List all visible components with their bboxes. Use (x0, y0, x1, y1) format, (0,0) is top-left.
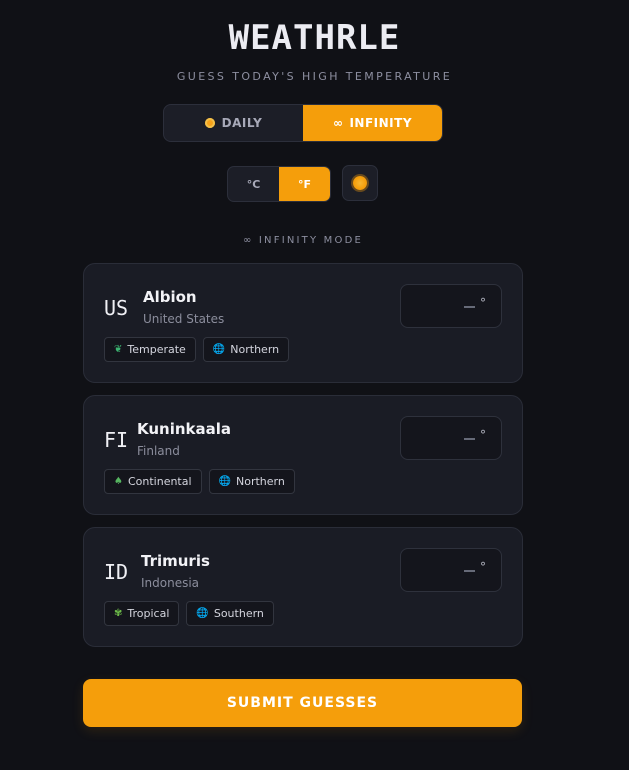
sun-icon (353, 176, 367, 190)
country-code: US (104, 296, 129, 320)
country-code: ID (104, 560, 129, 584)
city-card: US Albion United States ° ❦ Temperate 🌐 … (83, 263, 523, 383)
degree-symbol: ° (480, 428, 486, 442)
hemisphere-tag: 🌐 Northern (208, 469, 295, 494)
guess-placeholder-dash (464, 438, 475, 440)
degree-symbol: ° (480, 560, 486, 574)
mode-toggle: DAILY ∞ INFINITY (163, 104, 443, 142)
tag-label: Southern (213, 607, 264, 620)
infinity-icon: ∞ (332, 116, 344, 130)
tag-list: ❦ Temperate 🌐 Northern (104, 337, 290, 362)
guess-placeholder-dash (464, 570, 475, 572)
sun-icon (204, 118, 215, 128)
degree-symbol: ° (480, 296, 486, 310)
country-name: United States (143, 312, 225, 326)
temperature-guess-input[interactable]: ° (400, 548, 502, 592)
app-root: WEATHRLE GUESS TODAY'S HIGH TEMPERATURE … (0, 0, 629, 770)
tag-list: ♠ Continental 🌐 Northern (104, 469, 295, 494)
hemisphere-tag: 🌐 Northern (202, 337, 290, 362)
tag-label: Northern (230, 343, 280, 356)
guess-placeholder-dash (464, 306, 475, 308)
climate-tag: ❦ Temperate (104, 337, 196, 362)
country-code: FI (104, 428, 129, 452)
celsius-button[interactable]: °C (228, 167, 279, 201)
city-name: Albion (143, 288, 197, 306)
palm-tree-icon: ✾ (114, 608, 123, 619)
climate-tag: ✾ Tropical (104, 601, 180, 626)
city-card: ID Trimuris Indonesia ° ✾ Tropical 🌐 Sou… (83, 527, 523, 647)
hemisphere-tag: 🌐 Southern (186, 601, 274, 626)
app-title: WEATHRLE (228, 18, 401, 58)
theme-toggle-button[interactable] (342, 165, 378, 201)
fahrenheit-button[interactable]: °F (279, 167, 330, 201)
tag-list: ✾ Tropical 🌐 Southern (104, 601, 274, 626)
temperature-guess-input[interactable]: ° (400, 416, 502, 460)
country-name: Finland (137, 444, 180, 458)
globe-icon: 🌐 (218, 476, 231, 487)
tree-icon: ♠ (114, 476, 123, 487)
app-subtitle: GUESS TODAY'S HIGH TEMPERATURE (176, 70, 453, 83)
tag-label: Northern (236, 475, 285, 488)
city-card: FI Kuninkaala Finland ° ♠ Continental 🌐 … (83, 395, 523, 515)
leaf-icon: ❦ (114, 344, 123, 355)
globe-icon: 🌐 (212, 344, 226, 355)
submit-guesses-button[interactable]: SUBMIT GUESSES (83, 679, 522, 727)
temperature-guess-input[interactable]: ° (400, 284, 502, 328)
tag-label: Tropical (127, 607, 170, 620)
daily-mode-label: DAILY (221, 116, 263, 130)
globe-icon: 🌐 (196, 608, 209, 619)
city-name: Kuninkaala (137, 420, 232, 438)
tag-label: Temperate (127, 343, 186, 356)
infinity-mode-label: INFINITY (349, 116, 413, 130)
city-name: Trimuris (141, 552, 210, 570)
country-name: Indonesia (141, 576, 200, 590)
climate-tag: ♠ Continental (104, 469, 202, 494)
daily-mode-button[interactable]: DAILY (164, 105, 303, 141)
tag-label: Continental (127, 475, 192, 488)
infinity-mode-button[interactable]: ∞ INFINITY (303, 105, 442, 141)
unit-toggle: °C °F (227, 166, 331, 202)
mode-label: ∞ INFINITY MODE (243, 235, 363, 246)
